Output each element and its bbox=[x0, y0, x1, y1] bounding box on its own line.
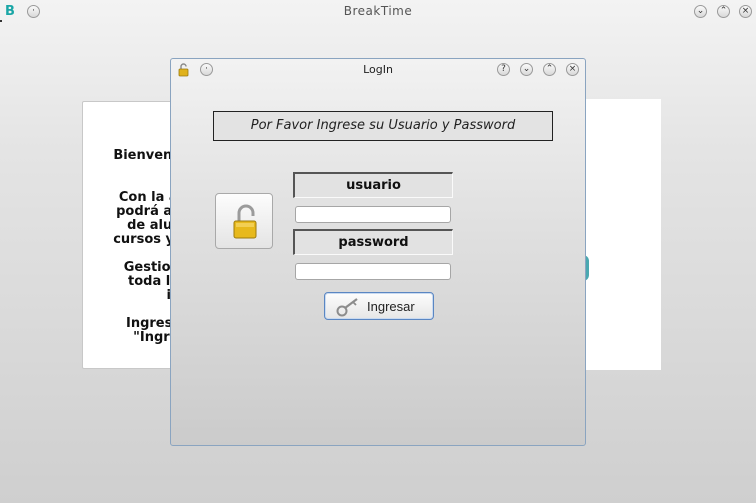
key-icon bbox=[336, 298, 358, 317]
minimize-icon[interactable]: ⌄ bbox=[520, 63, 533, 76]
username-input[interactable] bbox=[295, 206, 451, 223]
welcome-line: la bbox=[83, 247, 178, 261]
password-input[interactable] bbox=[295, 263, 451, 280]
welcome-line: Con la ayu bbox=[118, 190, 178, 205]
help-icon[interactable]: ? bbox=[497, 63, 510, 76]
close-icon[interactable]: × bbox=[739, 5, 752, 18]
login-button[interactable]: Ingresar bbox=[324, 292, 434, 320]
padlock-icon bbox=[233, 204, 257, 239]
maximize-icon[interactable]: ⌃ bbox=[717, 5, 730, 18]
welcome-line: Ingrese p bbox=[125, 316, 179, 331]
main-titlebar: B · BreakTime ⌄ ⌃ × bbox=[0, 0, 756, 24]
lock-button[interactable] bbox=[215, 193, 273, 249]
welcome-panel: Bienvenido Con la ayu podrá adm de alumn… bbox=[82, 101, 179, 369]
close-icon[interactable]: × bbox=[566, 63, 579, 76]
instruction-banner: Por Favor Ingrese su Usuario y Password bbox=[213, 111, 553, 141]
welcome-line: i bbox=[166, 288, 171, 303]
welcome-line: Bienvenido bbox=[113, 148, 178, 163]
welcome-line: "Ingresa bbox=[133, 330, 178, 345]
window-title: BreakTime bbox=[343, 4, 413, 18]
welcome-panel-right bbox=[580, 99, 661, 370]
login-dialog: · LogIn ? ⌄ ⌃ × Por Favor Ingrese su Usu… bbox=[170, 58, 586, 446]
welcome-line: Gestionar bbox=[123, 260, 178, 275]
welcome-line: cursos y ac bbox=[113, 232, 178, 247]
logo-dot bbox=[0, 20, 2, 22]
maximize-icon[interactable]: ⌃ bbox=[543, 63, 556, 76]
minimize-icon[interactable]: ⌄ bbox=[694, 5, 707, 18]
username-label: usuario bbox=[293, 172, 453, 198]
welcome-line: toda la bbox=[128, 274, 179, 289]
welcome-line: podrá adm bbox=[116, 204, 178, 219]
login-button-label: Ingresar bbox=[367, 299, 415, 314]
password-label: password bbox=[293, 229, 453, 255]
welcome-line: de alumn bbox=[127, 218, 178, 233]
